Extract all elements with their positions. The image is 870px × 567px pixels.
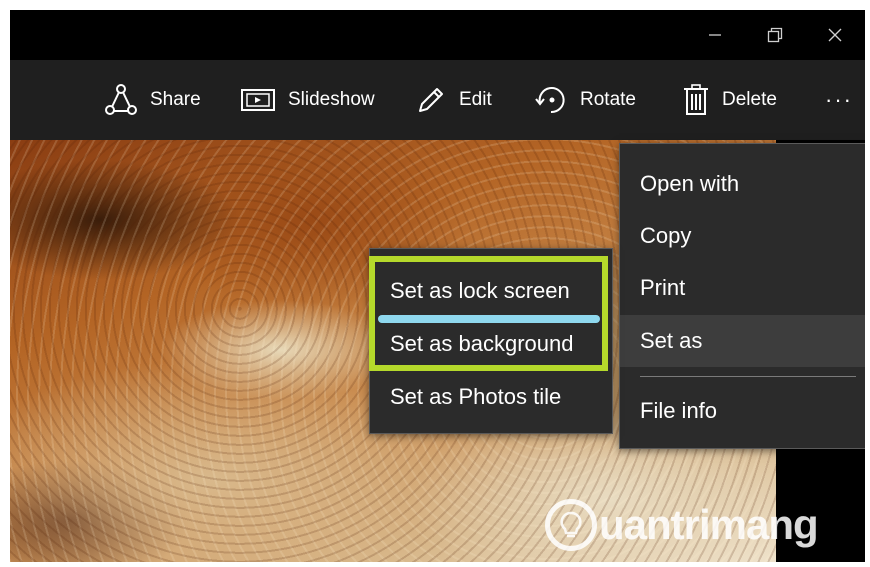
menu-item-label: Copy — [640, 223, 692, 248]
more-options-icon: ··· — [825, 87, 853, 112]
menu-item-set-as[interactable]: Set as — [620, 315, 865, 367]
more-options-menu: Open with Copy Print Set as File info — [619, 143, 865, 449]
menu-item-print[interactable]: Print — [620, 262, 865, 314]
title-bar — [10, 10, 865, 60]
share-icon — [105, 84, 137, 115]
restore-icon — [767, 27, 783, 43]
pencil-icon — [419, 88, 443, 112]
menu-item-file-info[interactable]: File info — [620, 385, 865, 437]
watermark: uantrimang — [545, 495, 819, 555]
menu-item-label: Set as lock screen — [390, 278, 570, 303]
delete-label: Delete — [722, 89, 777, 110]
menu-item-open-with[interactable]: Open with — [620, 158, 865, 210]
trash-icon — [684, 84, 708, 115]
accent-underline — [378, 315, 600, 323]
slideshow-button[interactable]: Slideshow — [240, 60, 375, 140]
menu-item-label: Set as background — [390, 331, 574, 356]
minimize-icon — [709, 34, 721, 36]
menu-item-set-lock-screen[interactable]: Set as lock screen — [370, 265, 612, 317]
minimize-button[interactable] — [685, 10, 745, 60]
photos-app-window: Share Slideshow Edit Rotate Delete ··· O… — [10, 10, 865, 562]
edit-button[interactable]: Edit — [415, 60, 492, 140]
watermark-text: uantrimang — [599, 501, 819, 548]
edit-label: Edit — [459, 89, 492, 110]
share-label: Share — [150, 89, 201, 110]
close-button[interactable] — [805, 10, 865, 60]
rotate-icon — [535, 87, 565, 114]
command-toolbar: Share Slideshow Edit Rotate Delete ··· — [10, 60, 865, 140]
menu-divider — [640, 376, 856, 377]
menu-item-label: Set as — [640, 328, 703, 353]
share-button[interactable]: Share — [104, 60, 201, 140]
lightbulb-logo-icon — [545, 499, 597, 551]
menu-item-label: Open with — [640, 171, 740, 196]
rotate-label: Rotate — [580, 89, 636, 110]
menu-item-set-photos-tile[interactable]: Set as Photos tile — [370, 371, 612, 423]
delete-button[interactable]: Delete — [682, 60, 777, 140]
slideshow-icon — [241, 89, 275, 111]
slideshow-label: Slideshow — [288, 89, 375, 110]
rotate-button[interactable]: Rotate — [534, 60, 636, 140]
close-icon — [828, 28, 842, 42]
restore-button[interactable] — [745, 10, 805, 60]
menu-item-label: Set as Photos tile — [390, 384, 562, 409]
menu-item-set-background[interactable]: Set as background — [370, 318, 612, 370]
menu-item-copy[interactable]: Copy — [620, 210, 865, 262]
set-as-submenu: Set as lock screen Set as background Set… — [369, 248, 613, 434]
menu-item-label: File info — [640, 398, 718, 423]
menu-item-label: Print — [640, 275, 686, 300]
more-options-button[interactable]: ··· — [825, 60, 853, 140]
